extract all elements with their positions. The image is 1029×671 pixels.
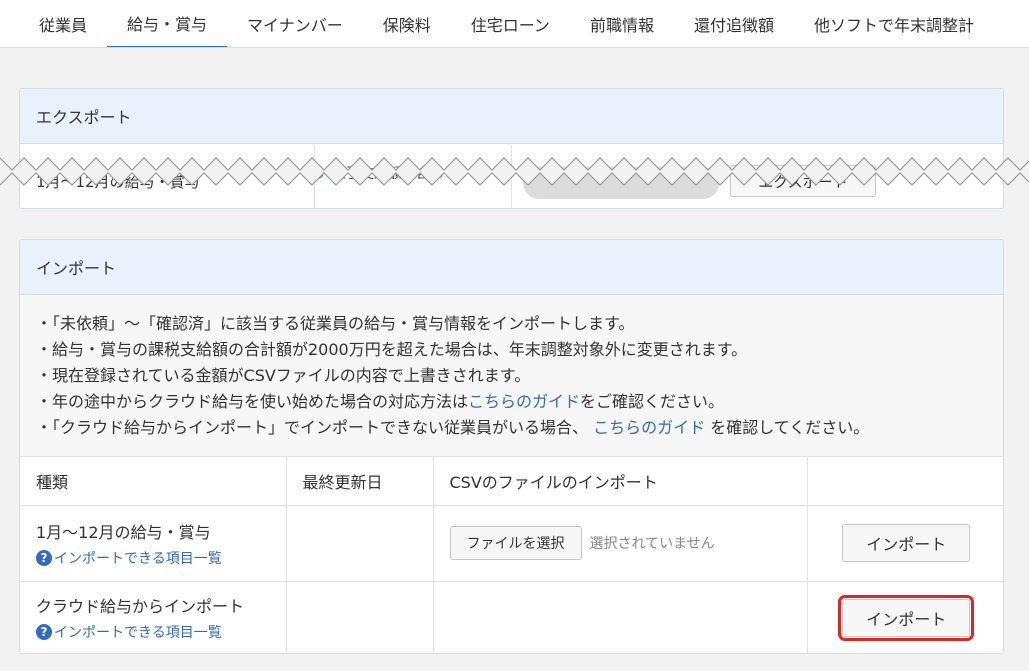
- tab-other-software[interactable]: 他ソフトで年末調整計: [794, 0, 994, 47]
- tab-bar: 従業員 給与・賞与 マイナンバー 保険料 住宅ローン 前職情報 還付追徴額 他ソ…: [0, 0, 1029, 48]
- truncation-zigzag: [0, 157, 1029, 186]
- note-line: ・「クラウド給与からインポート」でインポートできない従業員がいる場合、 こちらの…: [36, 415, 987, 441]
- note-line: ・現在登録されている金額がCSVファイルの内容で上書きされます。: [36, 366, 531, 385]
- tab-refund-additional[interactable]: 還付追徴額: [674, 0, 794, 47]
- guide-link[interactable]: こちらのガイド: [468, 392, 580, 411]
- column-header-type: 種類: [20, 457, 287, 506]
- help-link[interactable]: ? インポートできる項目一覧: [36, 548, 222, 568]
- import-button[interactable]: インポート: [842, 524, 971, 562]
- question-icon: ?: [36, 624, 52, 641]
- note-text: を確認してください。: [705, 418, 870, 437]
- row-updated-cell: [286, 505, 434, 582]
- column-header-action: [807, 457, 1003, 506]
- tab-my-number[interactable]: マイナンバー: [227, 0, 363, 47]
- choose-file-button[interactable]: ファイルを選択: [449, 526, 582, 560]
- note-line: ・「未依頼」〜「確認済」に該当する従業員の給与・賞与情報をインポートします。: [36, 314, 635, 333]
- help-link-label: インポートできる項目一覧: [54, 550, 222, 567]
- export-panel-title: エクスポート: [20, 89, 1003, 144]
- note-line: ・給与・賞与の課税支給額の合計額が2000万円を超えた場合は、年末調整対象外に変…: [36, 340, 748, 359]
- import-panel-title: インポート: [20, 240, 1003, 295]
- tab-salary-bonus[interactable]: 給与・賞与: [107, 0, 228, 47]
- tab-employees[interactable]: 従業員: [19, 0, 107, 47]
- tab-previous-job[interactable]: 前職情報: [570, 0, 674, 47]
- row-type-cell: クラウド給与からインポート ? インポートできる項目一覧: [20, 581, 287, 653]
- row-csv-cell: [433, 581, 808, 653]
- help-link-label: インポートできる項目一覧: [54, 625, 222, 642]
- table-row: クラウド給与からインポート ? インポートできる項目一覧 インポート: [20, 581, 1003, 653]
- row-title: クラウド給与からインポート: [36, 597, 245, 617]
- export-panel: エクスポート 1月〜12月の給与・賞与 差引支給額を含める エクスポート: [19, 88, 1004, 209]
- import-panel: インポート ・「未依頼」〜「確認済」に該当する従業員の給与・賞与情報をインポート…: [19, 239, 1004, 654]
- note-text: ・「クラウド給与からインポート」でインポートできない従業員がいる場合、: [36, 418, 594, 437]
- guide-link[interactable]: こちらのガイド: [593, 418, 705, 437]
- row-action-cell: インポート: [807, 581, 1003, 653]
- note-line: ・年の途中からクラウド給与を使い始めた場合の対応方法はこちらのガイドをご確認くだ…: [36, 389, 987, 415]
- cloud-payroll-import-button[interactable]: インポート: [838, 594, 975, 641]
- help-link[interactable]: ? インポートできる項目一覧: [36, 622, 222, 642]
- tab-insurance[interactable]: 保険料: [363, 0, 451, 47]
- row-type-cell: 1月〜12月の給与・賞与 ? インポートできる項目一覧: [20, 505, 287, 582]
- row-updated-cell: [286, 581, 434, 653]
- note-text: をご確認ください。: [580, 392, 725, 411]
- file-status: 選択されていません: [589, 536, 715, 552]
- note-text: ・年の途中からクラウド給与を使い始めた場合の対応方法は: [36, 392, 469, 411]
- table-row: 1月〜12月の給与・賞与 ? インポートできる項目一覧 ファイルを選択 選択されてい…: [20, 505, 1003, 582]
- table-header-row: 種類 最終更新日 CSVのファイルのインポート: [20, 457, 1003, 506]
- tab-housing-loan[interactable]: 住宅ローン: [451, 0, 570, 47]
- question-icon: ?: [36, 549, 52, 566]
- import-table: 種類 最終更新日 CSVのファイルのインポート 1月〜12月の給与・賞与 ? イン…: [20, 457, 1003, 653]
- column-header-csv: CSVのファイルのインポート: [433, 457, 808, 506]
- row-action-cell: インポート: [807, 505, 1003, 582]
- row-title: 1月〜12月の給与・賞与: [36, 522, 211, 542]
- column-header-updated: 最終更新日: [286, 457, 434, 506]
- row-csv-cell: ファイルを選択 選択されていません: [433, 505, 808, 582]
- import-notes: ・「未依頼」〜「確認済」に該当する従業員の給与・賞与情報をインポートします。 ・…: [20, 295, 1003, 457]
